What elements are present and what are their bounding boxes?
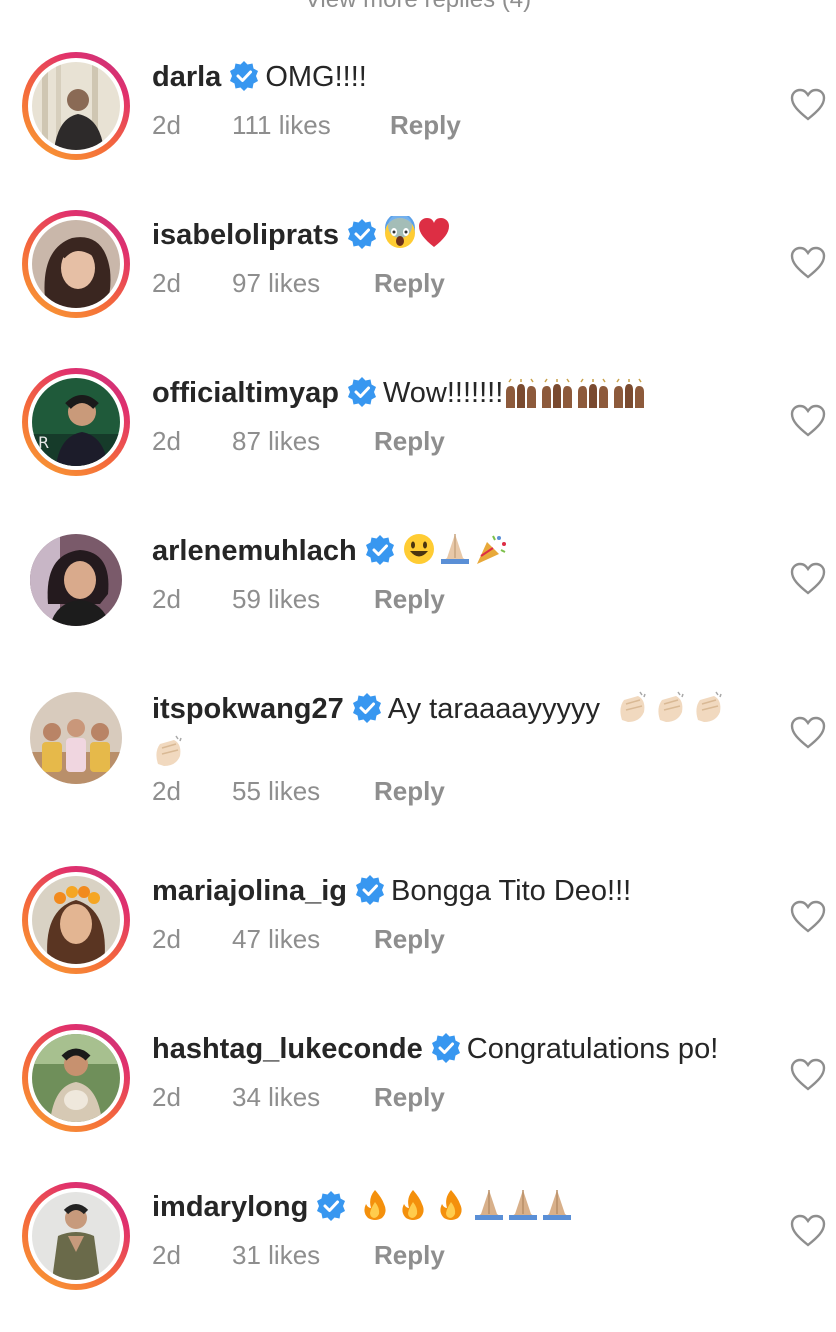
folded-hands-emoji-icon [540, 1188, 574, 1232]
clapping-hands-emoji-icon [654, 690, 688, 734]
avatar-photo [30, 692, 122, 784]
folded-hands-emoji-icon [472, 1188, 506, 1232]
comment-text: Ay taraaaayyyyy [387, 693, 601, 725]
verified-badge-icon [429, 1031, 463, 1065]
svg-text:R: R [38, 433, 49, 452]
party-popper-emoji-icon [473, 532, 509, 576]
avatar-photo: R [32, 378, 120, 466]
fire-emoji-icon [358, 1188, 392, 1232]
like-heart-icon[interactable] [790, 246, 826, 280]
verified-badge-icon [363, 533, 397, 567]
raising-hands-emoji-icon [503, 378, 539, 418]
reply-button[interactable]: Reply [374, 584, 445, 615]
verified-badge-icon [345, 217, 379, 251]
comment-time: 2d [152, 776, 181, 806]
like-heart-icon[interactable] [790, 716, 826, 750]
username[interactable]: mariajolina_ig [152, 875, 347, 907]
comment-time: 2d [152, 426, 181, 456]
folded-hands-emoji-icon [437, 532, 473, 576]
avatar[interactable] [22, 866, 130, 974]
username[interactable]: imdarylong [152, 1191, 308, 1223]
verified-badge-icon [345, 375, 379, 409]
view-more-replies-link[interactable]: View more replies (4) [0, 0, 836, 13]
comment-time: 2d [152, 110, 181, 140]
avatar[interactable] [22, 684, 130, 792]
red-heart-emoji-icon [417, 216, 451, 260]
verified-badge-icon [350, 691, 384, 725]
like-heart-icon[interactable] [790, 404, 826, 438]
scream-emoji-icon [383, 213, 417, 260]
username[interactable]: isabeloliprats [152, 219, 339, 251]
comment-time: 2d [152, 924, 181, 954]
avatar-photo [32, 62, 120, 150]
verified-badge-icon [314, 1189, 348, 1223]
raising-hands-emoji-icon [575, 378, 611, 418]
avatar-photo [32, 1034, 120, 1122]
verified-badge-icon [227, 59, 261, 93]
likes-count[interactable]: 55 likes [232, 776, 374, 807]
avatar-photo [32, 220, 120, 308]
avatar[interactable]: R [22, 368, 130, 476]
username[interactable]: hashtag_lukeconde [152, 1033, 423, 1065]
avatar-photo [30, 534, 122, 626]
avatar-photo [32, 1192, 120, 1280]
comment-text: Wow!!!!!!! [382, 377, 504, 409]
likes-count[interactable]: 97 likes [232, 268, 374, 299]
reply-button[interactable]: Reply [390, 110, 461, 141]
comment-time: 2d [152, 1240, 181, 1270]
comment-time: 2d [152, 584, 181, 614]
clapping-hands-emoji-icon [616, 690, 650, 734]
comment-time: 2d [152, 268, 181, 298]
reply-button[interactable]: Reply [374, 776, 445, 807]
likes-count[interactable]: 34 likes [232, 1082, 374, 1113]
like-heart-icon[interactable] [790, 1214, 826, 1248]
raising-hands-emoji-icon [611, 378, 647, 418]
like-heart-icon[interactable] [790, 900, 826, 934]
avatar[interactable] [22, 526, 130, 634]
smiley-emoji-icon [401, 532, 437, 576]
raising-hands-emoji-icon [539, 378, 575, 418]
avatar[interactable] [22, 210, 130, 318]
like-heart-icon[interactable] [790, 562, 826, 596]
comment-text: Congratulations po! [466, 1033, 719, 1065]
fire-emoji-icon [396, 1188, 430, 1232]
reply-button[interactable]: Reply [374, 1082, 445, 1113]
avatar[interactable] [22, 1182, 130, 1290]
username[interactable]: darla [152, 61, 221, 93]
username[interactable]: itspokwang27 [152, 693, 344, 725]
reply-button[interactable]: Reply [374, 426, 445, 457]
likes-count[interactable]: 47 likes [232, 924, 374, 955]
like-heart-icon[interactable] [790, 88, 826, 122]
reply-button[interactable]: Reply [374, 924, 445, 955]
avatar[interactable] [22, 1024, 130, 1132]
comment-text: Bongga Tito Deo!!! [391, 875, 632, 907]
comment-time: 2d [152, 1082, 181, 1112]
like-heart-icon[interactable] [790, 1058, 826, 1092]
reply-button[interactable]: Reply [374, 268, 445, 299]
folded-hands-emoji-icon [506, 1188, 540, 1232]
reply-button[interactable]: Reply [374, 1240, 445, 1271]
likes-count[interactable]: 59 likes [232, 584, 374, 615]
avatar[interactable] [22, 52, 130, 160]
comment-text: OMG!!!! [265, 61, 367, 93]
username[interactable]: arlenemuhlach [152, 535, 357, 567]
username[interactable]: officialtimyap [152, 377, 339, 409]
fire-emoji-icon [434, 1188, 468, 1232]
clapping-hands-emoji-icon [692, 690, 726, 734]
avatar-photo [32, 876, 120, 964]
likes-count[interactable]: 31 likes [232, 1240, 374, 1271]
verified-badge-icon [353, 873, 387, 907]
clapping-hands-emoji-icon [152, 734, 186, 778]
likes-count[interactable]: 111 likes [232, 110, 390, 141]
likes-count[interactable]: 87 likes [232, 426, 374, 457]
